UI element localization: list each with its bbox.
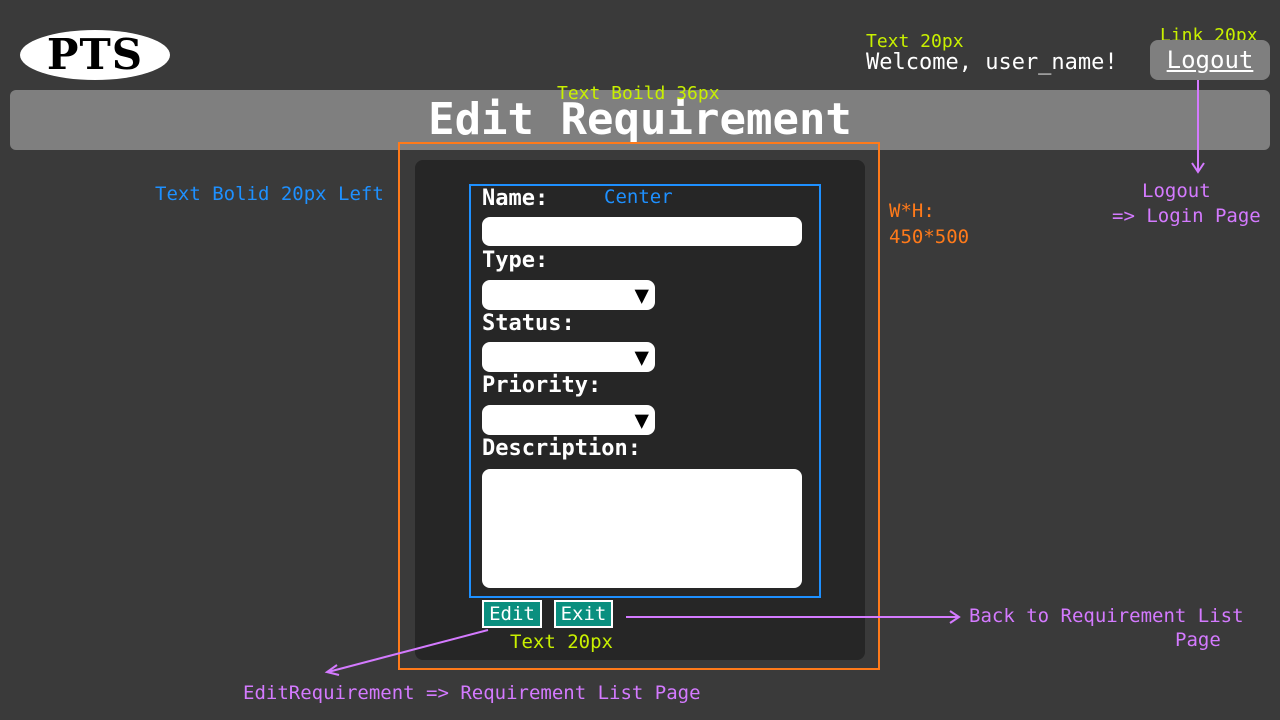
edit-arrow-line bbox=[327, 629, 489, 673]
annotation-arrows bbox=[324, 80, 1205, 676]
